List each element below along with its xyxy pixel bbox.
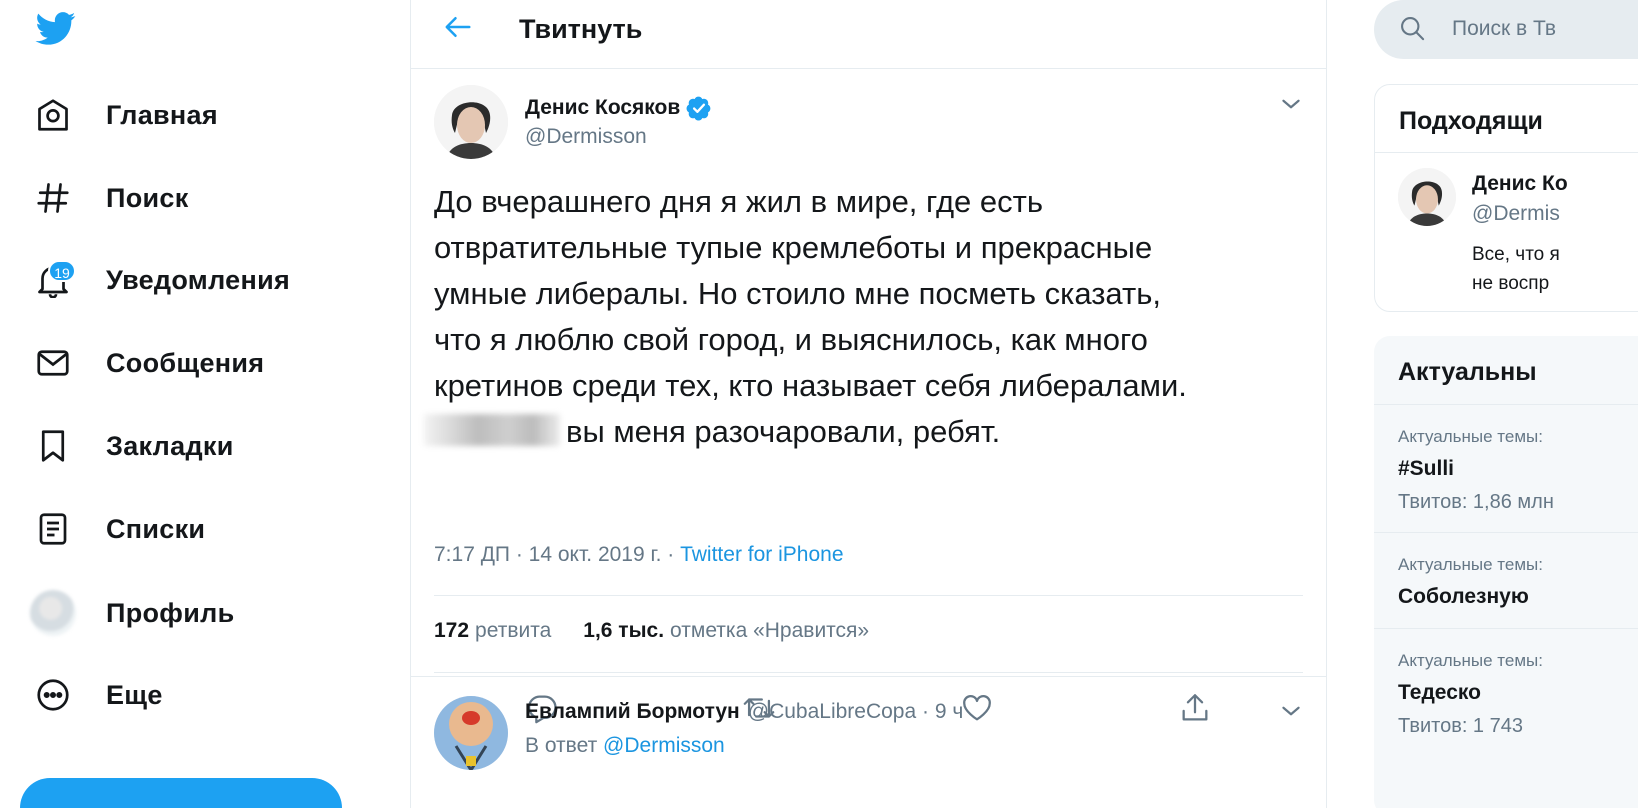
nav-item-profile[interactable]: Профиль [24,585,234,641]
list-icon [24,509,82,549]
trend-count: Твитов: 1 743 [1398,715,1523,737]
main-column: Твитнуть Денис Косяков @Dermisson До вче… [410,0,1327,808]
search-placeholder: Поиск в Тв [1452,17,1557,40]
right-sidebar: Поиск в Тв Подходящи Денис Ко @Dermis Вс… [1374,0,1638,808]
reply-author-name[interactable]: Евлампий Бормотун [525,700,740,724]
reply-context: В ответ @Dermisson [525,734,725,757]
tweet-text-line: отвратительные тупые кремлеботы и прекра… [434,230,1153,265]
suggested-user-name[interactable]: Денис Ко [1472,172,1568,196]
search-input[interactable]: Поиск в Тв [1374,0,1638,59]
tweet-author-handle[interactable]: @Dermisson [525,125,647,149]
divider [434,672,1303,673]
tweet-stats: 172 ретвита 1,6 тыс. отметка «Нравится» [434,619,869,643]
tweet-text-line: До вчерашнего дня я жил в мире, где есть [434,184,1043,219]
page-title: Твитнуть [519,14,643,44]
tweet-source-link[interactable]: Twitter for iPhone [680,543,843,566]
nav-item-bookmarks[interactable]: Закладки [24,418,234,474]
suggested-user-bio: Все, что я не воспр [1472,244,1560,294]
retweet-count[interactable]: 172 ретвита [434,619,551,643]
search-icon [1398,14,1426,42]
nav-label: Еще [106,679,163,710]
trend-item[interactable]: Актуальные темы: #Sulli Твитов: 1,86 млн [1374,404,1638,532]
focused-tweet: Денис Косяков @Dermisson До вчерашнего д… [411,69,1326,724]
notification-count-badge: 19 [48,260,76,282]
bookmark-icon [24,426,82,466]
tweet-text: До вчерашнего дня я жил в мире, где есть… [424,179,1294,455]
author-avatar[interactable] [434,85,508,159]
nav-label: Списки [106,513,206,544]
nav-item-explore[interactable]: Поиск [24,170,189,226]
nav-item-notifications[interactable]: 19 Уведомления [24,252,290,308]
chevron-down-icon[interactable] [1278,91,1304,117]
chevron-down-icon[interactable] [1278,698,1304,724]
nav-item-messages[interactable]: Сообщения [24,335,264,391]
compose-tweet-button[interactable] [20,778,342,808]
trend-name: Соболезную [1398,585,1529,608]
tweet-text-line: вы меня разочаровали, ребят. [424,409,1294,455]
reply-author-handle[interactable]: @CubaLibreCopa · 9 ч [748,700,964,724]
page-header: Твитнуть [411,0,1326,69]
trend-name: Тедеско [1398,681,1481,704]
redacted-text [424,414,560,446]
trend-category: Актуальные темы: [1398,651,1543,670]
panel-title: Актуальны [1398,358,1537,386]
trend-category: Актуальные темы: [1398,555,1543,574]
bell-icon: 19 [24,260,82,300]
trend-item[interactable]: Актуальные темы: Тедеско Твитов: 1 743 [1374,628,1638,756]
tweet-text-line: кретинов среди тех, кто называет себя ли… [434,368,1187,403]
nav-item-lists[interactable]: Списки [24,501,205,557]
like-count[interactable]: 1,6 тыс. отметка «Нравится» [583,619,869,643]
home-icon [24,95,82,135]
trends-panel: Актуальны Актуальные темы: #Sulli Твитов… [1374,336,1638,808]
more-icon [24,675,82,715]
nav-label: Закладки [106,430,234,461]
divider [1374,152,1638,153]
mail-icon [24,343,82,383]
profile-avatar [24,590,82,636]
nav-label: Профиль [106,597,235,628]
reply-to-link[interactable]: @Dermisson [603,734,725,757]
twitter-logo-icon[interactable] [34,8,78,48]
nav-label: Главная [106,99,218,130]
tweet-text-line: умные либералы. Но стоило мне посметь ск… [434,276,1161,311]
divider [434,595,1303,596]
reply-author: Евлампий Бормотун @CubaLibreCopa · 9 ч [525,700,963,724]
nav-label: Поиск [106,182,189,213]
trend-item[interactable]: Актуальные темы: Соболезную [1374,532,1638,628]
reply-tweet[interactable]: Евлампий Бормотун @CubaLibreCopa · 9 ч В… [411,678,1326,808]
trend-category: Актуальные темы: [1398,427,1543,446]
nav-item-more[interactable]: Еще [24,667,163,723]
nav-label: Уведомления [106,264,291,295]
trend-count: Твитов: 1,86 млн [1398,491,1554,513]
tweet-text-line: что я люблю свой город, и выяснилось, ка… [434,322,1148,357]
trend-name: #Sulli [1398,457,1455,480]
panel-title: Подходящи [1399,107,1543,135]
verified-badge-icon [686,95,712,121]
tweet-author-name[interactable]: Денис Косяков [525,95,712,121]
back-arrow-icon[interactable] [443,12,473,42]
nav-label: Сообщения [106,347,265,378]
hashtag-icon [24,178,82,218]
left-navigation: Главная Поиск 19 Уведомления Сообщения З… [0,0,410,808]
suggested-user-handle[interactable]: @Dermis [1472,202,1560,226]
tweet-timestamp: 7:17 ДП · 14 окт. 2019 г. · Twitter for … [434,543,844,566]
suggested-user-avatar[interactable] [1398,168,1456,226]
nav-item-home[interactable]: Главная [24,87,218,143]
reply-author-avatar[interactable] [434,696,508,770]
